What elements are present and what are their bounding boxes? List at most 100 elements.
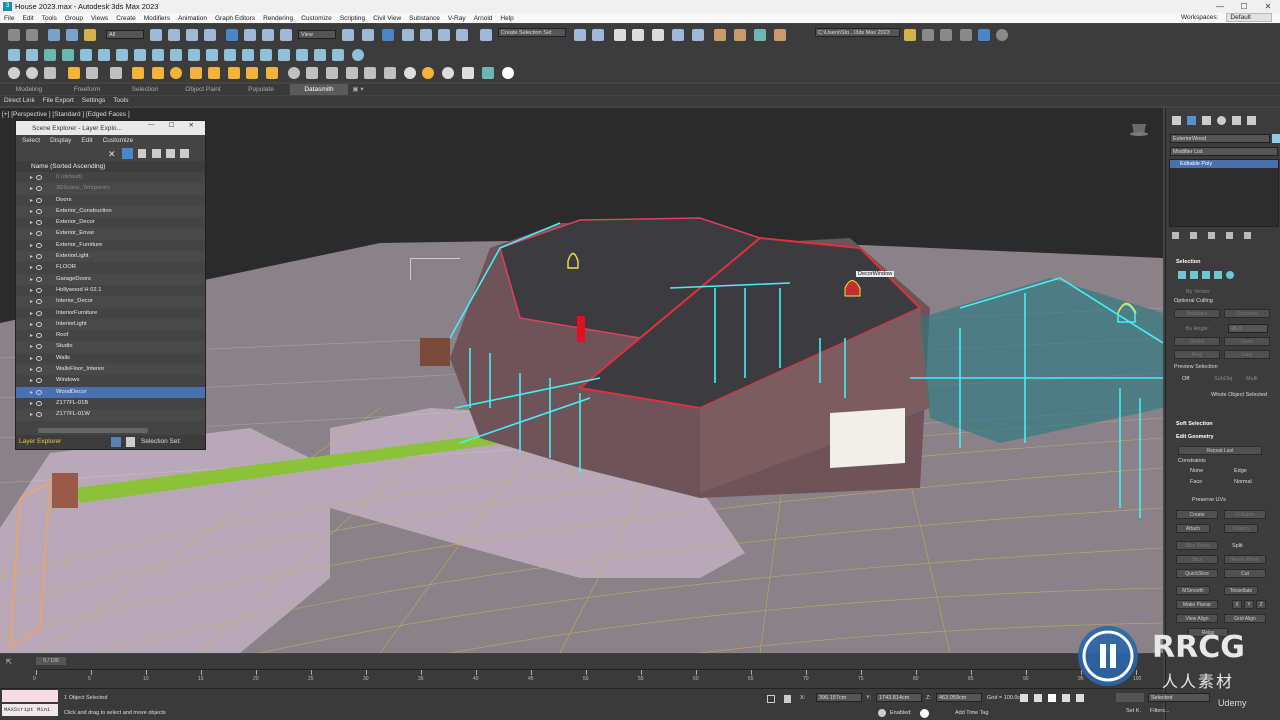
new-layer-icon[interactable] (152, 149, 161, 158)
column-header[interactable]: Name (Sorted Ascending) (16, 161, 205, 172)
vray-frame-icon[interactable] (960, 29, 972, 41)
explorer-menu-customize[interactable]: Customize (103, 135, 134, 147)
constraint-normal-radio[interactable]: Normal (1234, 479, 1252, 485)
utilities-tab-icon[interactable] (1247, 116, 1256, 125)
menu-substance[interactable]: Substance (405, 15, 444, 22)
set-key-button[interactable]: Set K. (1126, 708, 1141, 714)
visibility-eye-icon[interactable] (36, 186, 42, 192)
arnold-grass-icon[interactable] (384, 67, 396, 79)
cut-button[interactable]: Cut (1224, 569, 1266, 578)
arnold-render-icon[interactable] (8, 67, 20, 79)
arnold-light-a-icon[interactable] (132, 67, 144, 79)
close-button[interactable]: ✕ (1256, 0, 1280, 13)
toggle-icon-d[interactable] (242, 49, 254, 61)
visibility-eye-icon[interactable] (36, 412, 42, 418)
visibility-eye-icon[interactable] (36, 344, 42, 350)
explorer-menu-display[interactable]: Display (50, 135, 71, 147)
layer-row[interactable]: ▸ Windows (16, 375, 205, 386)
next-frame-icon[interactable] (1062, 694, 1070, 702)
angle-spinner[interactable]: 45.0 (1228, 324, 1268, 333)
hierarchy-tab-icon[interactable] (1202, 116, 1211, 125)
attach-button[interactable]: Attach (1176, 524, 1210, 533)
occluded-button[interactable]: Occluded (1224, 309, 1270, 318)
visibility-eye-icon[interactable] (36, 378, 42, 384)
backface-button[interactable]: Backface (1174, 309, 1220, 318)
ribbon-tools[interactable]: Tools (109, 96, 132, 106)
element-icon[interactable] (1226, 271, 1234, 279)
visibility-eye-icon[interactable] (36, 333, 42, 339)
menu-customize[interactable]: Customize (297, 15, 336, 22)
previous-frame-icon[interactable] (1034, 694, 1042, 702)
arnold-tool-c-icon[interactable] (86, 67, 98, 79)
ribbon-options-icon[interactable]: ▣ ▾ (348, 84, 368, 95)
layer-row[interactable]: ▸ GarageDoors (16, 273, 205, 285)
arnold-tool-d-icon[interactable] (110, 67, 122, 79)
material-editor-icon[interactable] (714, 29, 726, 41)
arnold-sky-icon[interactable] (266, 67, 278, 79)
menu-help[interactable]: Help (496, 15, 517, 22)
split-checkbox[interactable]: Split (1232, 543, 1243, 549)
minimize-button[interactable]: — (1208, 0, 1232, 13)
visibility-eye-icon[interactable] (36, 254, 42, 260)
planar-x-button[interactable]: X (1232, 600, 1242, 609)
tab-populate[interactable]: Populate (232, 84, 290, 95)
constraint-face-radio[interactable]: Face (1190, 479, 1202, 485)
ring-button[interactable]: Ring (1174, 350, 1220, 359)
tab-freeform[interactable]: Freeform (58, 84, 116, 95)
visibility-eye-icon[interactable] (36, 265, 42, 271)
show-end-result-icon[interactable] (1190, 232, 1197, 239)
clear-filter-icon[interactable]: ✕ (108, 149, 116, 160)
arnold-light-d-icon[interactable] (190, 67, 202, 79)
explorer-menu-select[interactable]: Select (22, 135, 40, 147)
layer-row[interactable]: ▸ Exterior_Envar (16, 228, 205, 240)
sphere-icon[interactable] (116, 49, 128, 61)
maxscript-mini-listener[interactable]: MAXScript Mini (2, 704, 58, 716)
sun-light-icon[interactable] (26, 49, 38, 61)
rectangular-region-icon[interactable] (186, 29, 198, 41)
remove-modifier-icon[interactable] (1226, 232, 1233, 239)
layer-row[interactable]: ▸ Hollywood H 02.1 (16, 285, 205, 296)
percent-snap-icon[interactable] (438, 29, 450, 41)
layer-row[interactable]: ▸ Walls (16, 353, 205, 364)
menu-rendering[interactable]: Rendering (259, 15, 297, 22)
arnold-light-c-icon[interactable] (170, 67, 182, 79)
selection-set-dropdown[interactable]: Create Selection Set (498, 28, 566, 37)
arnold-volume-icon[interactable] (306, 67, 318, 79)
z-coordinate-field[interactable]: 463.059cm (936, 693, 982, 702)
active-view-icon[interactable] (978, 29, 990, 41)
planar-z-button[interactable]: Z (1256, 600, 1266, 609)
x-coordinate-field[interactable]: 396.157cm (816, 693, 862, 702)
render-icon-b[interactable] (940, 29, 952, 41)
arnold-tool-a-icon[interactable] (44, 67, 56, 79)
visibility-eye-icon[interactable] (36, 242, 42, 248)
spinner-snap-icon[interactable] (456, 29, 468, 41)
preview-subobj-radio[interactable]: SubObj (1214, 376, 1232, 382)
collapse-button[interactable]: Collapse (1224, 510, 1266, 519)
menu-vray[interactable]: V-Ray (444, 15, 470, 22)
loop-button[interactable]: Loop (1224, 350, 1270, 359)
arnold-light-b-icon[interactable] (152, 67, 164, 79)
menu-views[interactable]: Views (87, 15, 112, 22)
vray-light-icon[interactable] (8, 49, 20, 61)
toggle-scene-explorer-icon[interactable] (614, 29, 626, 41)
toggle-icon-h[interactable] (314, 49, 326, 61)
menu-modifiers[interactable]: Modifiers (140, 15, 174, 22)
preserve-uvs-checkbox[interactable]: Preserve UVs (1192, 497, 1226, 503)
layer-mode-icon[interactable] (111, 437, 121, 447)
vray-logo-icon[interactable] (502, 67, 514, 79)
arnold-tool-b-icon[interactable] (68, 67, 80, 79)
material-sphere-icon[interactable] (404, 67, 416, 79)
create-button[interactable]: Create (1176, 510, 1218, 519)
quickslice-button[interactable]: QuickSlice (1176, 569, 1218, 578)
rotate-icon[interactable] (244, 29, 256, 41)
object-name-field[interactable]: ExteriorWood (1170, 134, 1270, 143)
workspace-dropdown[interactable]: Default (1226, 13, 1272, 22)
filter-icon[interactable] (122, 148, 133, 159)
material-c-icon[interactable] (482, 67, 494, 79)
horizontal-scrollbar[interactable] (38, 428, 148, 433)
visibility-eye-icon[interactable] (36, 355, 42, 361)
visibility-eye-icon[interactable] (36, 400, 42, 406)
layer-row[interactable]: ▸ Exterior_Decor (16, 217, 205, 228)
arnold-fur-icon[interactable] (364, 67, 376, 79)
toggle-ribbon-icon[interactable] (652, 29, 664, 41)
